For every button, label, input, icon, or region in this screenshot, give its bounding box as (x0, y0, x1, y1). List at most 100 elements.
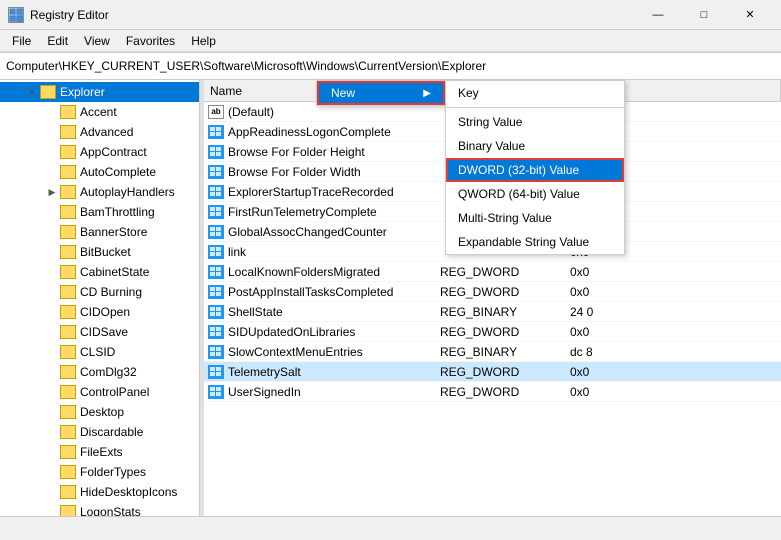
new-submenu[interactable]: Key String Value Binary Value DWORD (32-… (445, 80, 625, 255)
table-row[interactable]: LocalKnownFoldersMigratedREG_DWORD0x0 (204, 262, 781, 282)
table-row[interactable]: SlowContextMenuEntriesREG_BINARYdc 8 (204, 342, 781, 362)
tree-item[interactable]: ControlPanel (0, 382, 199, 402)
tree-item-label: Discardable (80, 425, 143, 439)
tree-item[interactable]: CLSID (0, 342, 199, 362)
new-expandable-value-item[interactable]: Expandable String Value (446, 230, 624, 254)
new-binary-value-item[interactable]: Binary Value (446, 134, 624, 158)
name-cell: link (204, 245, 434, 259)
tree-item[interactable]: BitBucket (0, 242, 199, 262)
registry-name: Browse For Folder Height (228, 145, 365, 159)
tree-item-label: Accent (80, 105, 117, 119)
chevron-right-icon (44, 364, 60, 380)
menu-edit[interactable]: Edit (39, 30, 76, 52)
tree-item[interactable]: ▶AutoplayHandlers (0, 182, 199, 202)
chevron-right-icon (44, 144, 60, 160)
tree-item[interactable]: CD Burning (0, 282, 199, 302)
tree-item[interactable]: ComDlg32 (0, 362, 199, 382)
menu-help[interactable]: Help (183, 30, 224, 52)
name-cell: SIDUpdatedOnLibraries (204, 325, 434, 339)
new-dword-value-item[interactable]: DWORD (32-bit) Value (446, 158, 624, 182)
folder-icon (60, 345, 76, 359)
tree-item-label: CIDSave (80, 325, 128, 339)
name-cell: UserSignedIn (204, 385, 434, 399)
tree-item[interactable]: Accent (0, 102, 199, 122)
menu-bar: File Edit View Favorites Help (0, 30, 781, 52)
tree-item[interactable]: AppContract (0, 142, 199, 162)
maximize-button[interactable]: □ (681, 0, 727, 30)
tree-item[interactable]: Advanced (0, 122, 199, 142)
close-button[interactable]: ✕ (727, 0, 773, 30)
folder-icon (40, 85, 56, 99)
registry-name: (Default) (228, 105, 274, 119)
address-bar: Computer\HKEY_CURRENT_USER\Software\Micr… (0, 52, 781, 80)
tree-item-label: AppContract (80, 145, 147, 159)
window-controls: — □ ✕ (635, 0, 773, 30)
tree-item-label: Desktop (80, 405, 124, 419)
tree-item-explorer[interactable]: ▾ Explorer (0, 82, 199, 102)
menu-favorites[interactable]: Favorites (118, 30, 183, 52)
tree-item[interactable]: Discardable (0, 422, 199, 442)
tree-item[interactable]: LogonStats (0, 502, 199, 516)
chevron-down-icon: ▾ (24, 84, 40, 100)
tree-item-label: ComDlg32 (80, 365, 137, 379)
registry-name: UserSignedIn (228, 385, 301, 399)
table-row[interactable]: UserSignedInREG_DWORD0x0 (204, 382, 781, 402)
table-row[interactable]: TelemetrySaltREG_DWORD0x0 (204, 362, 781, 382)
chevron-right-icon (44, 264, 60, 280)
tree-item[interactable]: BannerStore (0, 222, 199, 242)
minimize-button[interactable]: — (635, 0, 681, 30)
address-path: Computer\HKEY_CURRENT_USER\Software\Micr… (6, 59, 775, 73)
tree-panel[interactable]: ▾ Explorer Accent Advanced AppContract Auto… (0, 80, 200, 516)
tree-item-label: CabinetState (80, 265, 149, 279)
tree-item-label: AutoplayHandlers (80, 185, 175, 199)
menu-divider-1 (446, 107, 624, 108)
registry-name: SlowContextMenuEntries (228, 345, 363, 359)
menu-file[interactable]: File (4, 30, 39, 52)
tree-item[interactable]: CabinetState (0, 262, 199, 282)
tree-item-label: Advanced (80, 125, 133, 139)
menu-view[interactable]: View (76, 30, 118, 52)
folder-icon (60, 445, 76, 459)
chevron-right-icon (44, 384, 60, 400)
name-cell: Browse For Folder Height (204, 145, 434, 159)
registry-name: LocalKnownFoldersMigrated (228, 265, 380, 279)
tree-item-label: BitBucket (80, 245, 131, 259)
folder-icon (60, 265, 76, 279)
table-row[interactable]: ShellStateREG_BINARY24 0 (204, 302, 781, 322)
tree-item[interactable]: FileExts (0, 442, 199, 462)
name-cell: PostAppInstallTasksCompleted (204, 285, 434, 299)
tree-item-label: FolderTypes (80, 465, 146, 479)
new-menu-item[interactable]: New ▶ (317, 81, 445, 105)
chevron-right-icon (44, 224, 60, 240)
tree-item[interactable]: Desktop (0, 402, 199, 422)
tree-item[interactable]: CIDOpen (0, 302, 199, 322)
new-key-item[interactable]: Key (446, 81, 624, 105)
tree-item-label: ControlPanel (80, 385, 149, 399)
name-cell: LocalKnownFoldersMigrated (204, 265, 434, 279)
name-cell: ab(Default) (204, 105, 434, 119)
new-multistring-value-item[interactable]: Multi-String Value (446, 206, 624, 230)
tree-item-label: BamThrottling (80, 205, 155, 219)
edit-context-menu[interactable]: New ▶ (316, 80, 446, 106)
tree-item[interactable]: BamThrottling (0, 202, 199, 222)
data-cell: 0x0 (564, 265, 781, 279)
new-string-value-item[interactable]: String Value (446, 110, 624, 134)
name-cell: SlowContextMenuEntries (204, 345, 434, 359)
status-bar (0, 516, 781, 540)
new-qword-value-item[interactable]: QWORD (64-bit) Value (446, 182, 624, 206)
registry-name: TelemetrySalt (228, 365, 301, 379)
tree-item[interactable]: AutoComplete (0, 162, 199, 182)
tree-item[interactable]: CIDSave (0, 322, 199, 342)
tree-item[interactable]: HideDesktopIcons (0, 482, 199, 502)
dword-icon (208, 345, 224, 359)
registry-name: Browse For Folder Width (228, 165, 361, 179)
dword-icon (208, 265, 224, 279)
table-row[interactable]: SIDUpdatedOnLibrariesREG_DWORD0x0 (204, 322, 781, 342)
name-cell: GlobalAssocChangedCounter (204, 225, 434, 239)
folder-icon (60, 365, 76, 379)
chevron-right-icon (44, 344, 60, 360)
tree-item[interactable]: FolderTypes (0, 462, 199, 482)
table-row[interactable]: PostAppInstallTasksCompletedREG_DWORD0x0 (204, 282, 781, 302)
folder-icon (60, 485, 76, 499)
folder-icon (60, 145, 76, 159)
